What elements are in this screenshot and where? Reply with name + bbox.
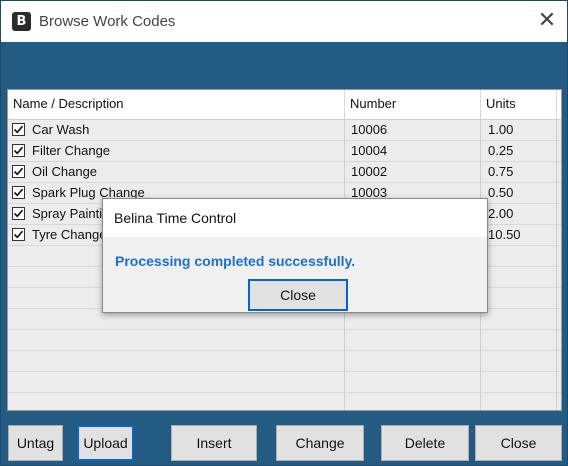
units-cell: 0.25 <box>481 141 557 162</box>
empty-cell <box>8 393 345 410</box>
checkmark-icon <box>13 167 24 176</box>
grid-header: Name / Description Number Units <box>8 90 561 120</box>
name-cell: Filter Change <box>8 141 345 162</box>
empty-row <box>8 330 561 351</box>
units-cell: 1.00 <box>481 120 557 141</box>
empty-row <box>8 351 561 372</box>
row-checkbox[interactable] <box>12 144 25 157</box>
column-header-name[interactable]: Name / Description <box>8 90 345 119</box>
empty-cell <box>8 330 345 351</box>
title-bar: B Browse Work Codes ✕ <box>1 1 567 42</box>
number-cell: 10002 <box>345 162 481 183</box>
column-header-number[interactable]: Number <box>345 90 481 119</box>
checkmark-icon <box>13 230 24 239</box>
number-cell: 10004 <box>345 141 481 162</box>
dialog-close-button[interactable]: Close <box>248 279 348 311</box>
empty-cell <box>345 393 481 410</box>
empty-cell <box>481 330 557 351</box>
row-name: Car Wash <box>32 122 90 137</box>
empty-cell <box>345 330 481 351</box>
close-button[interactable]: Close <box>475 425 562 461</box>
empty-cell <box>481 351 557 372</box>
checkmark-icon <box>13 188 24 197</box>
empty-cell <box>481 372 557 393</box>
row-checkbox[interactable] <box>12 123 25 136</box>
checkmark-icon <box>13 146 24 155</box>
row-name: Filter Change <box>32 143 111 158</box>
name-cell: Car Wash <box>8 120 345 141</box>
table-row[interactable]: Filter Change 10004 0.25 <box>8 141 561 162</box>
change-button[interactable]: Change <box>276 425 364 461</box>
units-cell: 0.50 <box>481 183 557 204</box>
empty-cell <box>481 393 557 410</box>
number-cell: 10006 <box>345 120 481 141</box>
units-cell: 2.00 <box>481 204 557 225</box>
dialog-title-bar: Belina Time Control <box>103 199 487 237</box>
untag-button[interactable]: Untag <box>8 425 63 461</box>
column-header-units[interactable]: Units <box>481 90 557 119</box>
dialog-message: Processing completed successfully. <box>115 253 356 269</box>
row-checkbox[interactable] <box>12 186 25 199</box>
name-cell: Oil Change <box>8 162 345 183</box>
insert-button[interactable]: Insert <box>171 425 257 461</box>
dialog-title: Belina Time Control <box>114 210 237 226</box>
table-row[interactable]: Oil Change 10002 0.75 <box>8 162 561 183</box>
empty-cell <box>345 351 481 372</box>
row-checkbox[interactable] <box>12 165 25 178</box>
units-cell: 0.75 <box>481 162 557 183</box>
row-checkbox[interactable] <box>12 228 25 241</box>
units-cell: 10.50 <box>481 225 557 246</box>
table-row[interactable]: Car Wash 10006 1.00 <box>8 120 561 141</box>
empty-row <box>8 372 561 393</box>
empty-cell <box>8 351 345 372</box>
empty-cell <box>481 288 557 309</box>
row-name: Tyre Change <box>32 227 107 242</box>
empty-cell <box>345 372 481 393</box>
window-close-icon[interactable]: ✕ <box>533 7 561 35</box>
window-title: Browse Work Codes <box>39 13 176 30</box>
row-checkbox[interactable] <box>12 207 25 220</box>
delete-button[interactable]: Delete <box>381 425 469 461</box>
row-name: Oil Change <box>32 164 98 179</box>
empty-cell <box>481 309 557 330</box>
empty-cell <box>481 267 557 288</box>
empty-cell <box>481 246 557 267</box>
upload-button[interactable]: Upload <box>77 425 134 461</box>
empty-row <box>8 393 561 410</box>
checkmark-icon <box>13 209 24 218</box>
app-logo-icon: B <box>12 12 31 31</box>
empty-cell <box>8 372 345 393</box>
message-dialog: Belina Time Control Processing completed… <box>102 198 488 313</box>
checkmark-icon <box>13 125 24 134</box>
